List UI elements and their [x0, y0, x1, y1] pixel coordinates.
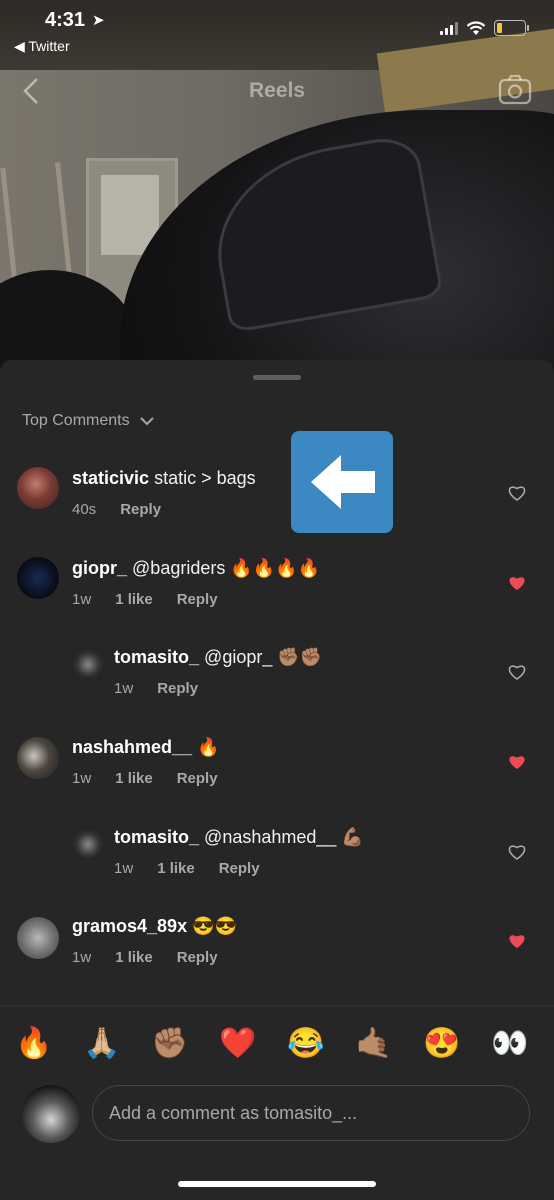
chevron-down-icon	[139, 416, 154, 425]
reply-button[interactable]: Reply	[177, 591, 218, 608]
fire-emoji-button[interactable]: 🔥	[0, 1022, 68, 1066]
status-icons	[440, 20, 529, 36]
heart-eyes-emoji-button[interactable]: 😍	[408, 1022, 476, 1066]
heart-outline-icon[interactable]	[508, 664, 526, 680]
sort-label: Top Comments	[22, 412, 130, 429]
location-arrow-icon: ➤	[92, 12, 105, 29]
sort-dropdown[interactable]: Top Comments	[22, 412, 154, 430]
reply-button[interactable]: Reply	[157, 680, 198, 697]
wifi-icon	[466, 20, 486, 35]
heart-outline-icon[interactable]	[508, 485, 526, 501]
heart-filled-icon[interactable]	[508, 754, 526, 770]
battery-icon	[494, 20, 529, 36]
call-me-emoji-button[interactable]: 🤙🏽	[340, 1022, 408, 1066]
quick-emoji-bar: 🔥 🙏🏼 ✊🏽 ❤️ 😂 🤙🏽 😍 👀	[0, 1022, 554, 1066]
back-to-app-link[interactable]: ◀ Twitter	[14, 38, 70, 55]
avatar[interactable]	[17, 737, 59, 779]
camera-icon[interactable]	[498, 74, 532, 106]
comment-username[interactable]: nashahmed__	[72, 737, 192, 757]
comment-text: @nashahmed__ 💪🏽	[204, 827, 364, 847]
page-title: Reels	[248, 79, 306, 102]
heart-outline-icon[interactable]	[508, 844, 526, 860]
reply-button[interactable]: Reply	[219, 860, 260, 877]
comment-time: 1w	[114, 860, 134, 877]
pray-emoji-button[interactable]: 🙏🏼	[68, 1022, 136, 1066]
comment-text: @bagriders 🔥🔥🔥🔥	[132, 558, 320, 578]
like-count[interactable]: 1 like	[115, 949, 153, 966]
heart-filled-icon[interactable]	[508, 575, 526, 591]
heart-filled-icon[interactable]	[508, 933, 526, 949]
reply-button[interactable]: Reply	[120, 501, 161, 518]
status-bar: 4:31 ➤ ◀ Twitter	[0, 0, 554, 60]
avatar[interactable]	[17, 557, 59, 599]
left-arrow-icon	[291, 431, 393, 533]
like-count[interactable]: 1 like	[115, 591, 153, 608]
comment-username[interactable]: tomasito_	[114, 827, 199, 847]
avatar[interactable]	[73, 648, 103, 678]
comment-time: 1w	[72, 949, 92, 966]
comment-username[interactable]: giopr_	[72, 558, 127, 578]
eyes-emoji-button[interactable]: 👀	[476, 1022, 544, 1066]
fist-emoji-button[interactable]: ✊🏽	[136, 1022, 204, 1066]
comment-time: 1w	[72, 591, 92, 608]
reply-button[interactable]: Reply	[177, 770, 218, 787]
comment-time: 1w	[114, 680, 134, 697]
divider	[0, 1005, 554, 1006]
comment-time: 40s	[72, 501, 97, 518]
comment-text: @giopr_ ✊🏽✊🏽	[204, 647, 323, 667]
avatar[interactable]	[17, 917, 59, 959]
laughing-emoji-button[interactable]: 😂	[272, 1022, 340, 1066]
comment-input[interactable]	[92, 1085, 530, 1141]
status-time: 4:31	[45, 9, 86, 31]
reply-button[interactable]: Reply	[177, 949, 218, 966]
comment-username[interactable]: staticivic	[72, 468, 149, 488]
comment-text: 🔥	[197, 737, 220, 757]
home-indicator[interactable]	[178, 1181, 376, 1187]
like-count[interactable]: 1 like	[157, 860, 195, 877]
like-count[interactable]: 1 like	[115, 770, 153, 787]
avatar[interactable]	[17, 467, 59, 509]
comment-time: 1w	[72, 770, 92, 787]
comment-text: 😎😎	[192, 916, 237, 936]
heart-emoji-button[interactable]: ❤️	[204, 1022, 272, 1066]
comment-text: static > bags	[154, 468, 256, 488]
cellular-signal-icon	[440, 21, 458, 35]
current-user-avatar	[22, 1085, 80, 1143]
avatar[interactable]	[73, 828, 103, 858]
sheet-drag-handle[interactable]	[253, 375, 301, 380]
comment-username[interactable]: gramos4_89x	[72, 916, 187, 936]
comment-username[interactable]: tomasito_	[114, 647, 199, 667]
